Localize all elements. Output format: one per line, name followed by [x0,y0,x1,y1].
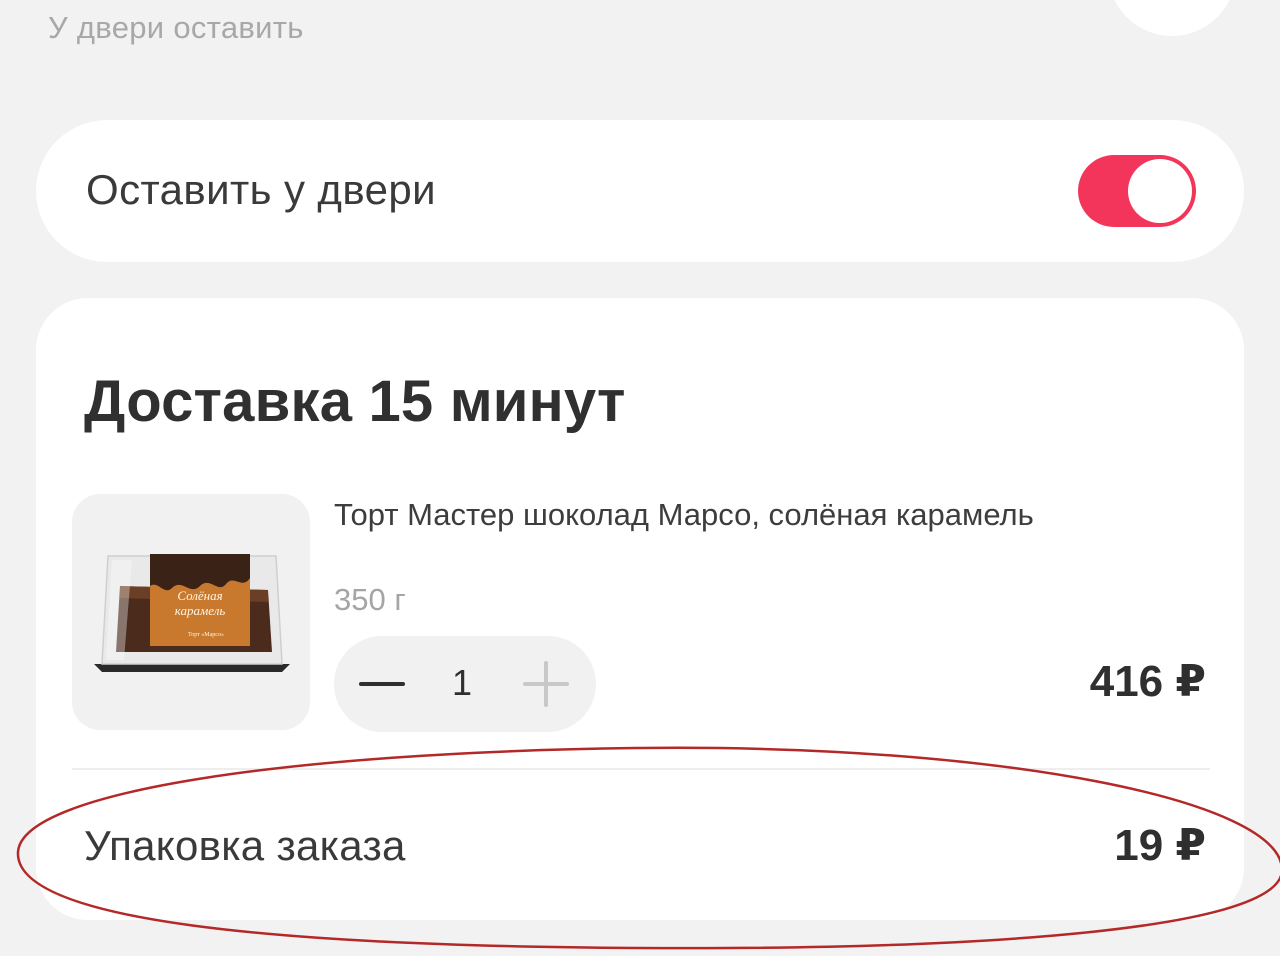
quantity-value: 1 [451,662,473,703]
round-button-partial[interactable] [1108,0,1236,36]
increase-quantity-button[interactable] [520,660,572,708]
checkout-screen: У двери оставить Оставить у двери Достав… [0,0,1280,956]
product-price: 416 ₽ [1089,657,1206,706]
cake-box-illustration: Солёная карамель Торт «Марсо» [94,554,290,672]
packaging-price: 19 ₽ [1114,821,1206,870]
delivery-title: Доставка 15 минут [84,369,626,434]
packaging-label: Упаковка заказа [84,822,406,869]
image-brand: Торт «Марсо» [188,632,224,638]
decrease-quantity-button[interactable] [356,660,408,708]
divider [72,768,1210,770]
order-card: Доставка 15 минут Солёная карамель Торт … [36,298,1244,920]
image-label-line1: Солёная [177,588,222,603]
image-label-line2: карамель [175,603,226,618]
leave-at-door-card: Оставить у двери [36,120,1244,262]
leave-at-door-label: Оставить у двери [86,166,436,213]
quantity-stepper: 1 [334,636,596,732]
product-name[interactable]: Торт Мастер шоколад Марсо, солёная карам… [334,496,1034,534]
previous-section-hint: У двери оставить [48,10,304,45]
leave-at-door-toggle[interactable] [1078,155,1196,227]
product-image[interactable]: Солёная карамель Торт «Марсо» [72,494,310,730]
toggle-knob [1128,159,1192,223]
product-weight: 350 г [334,582,406,617]
